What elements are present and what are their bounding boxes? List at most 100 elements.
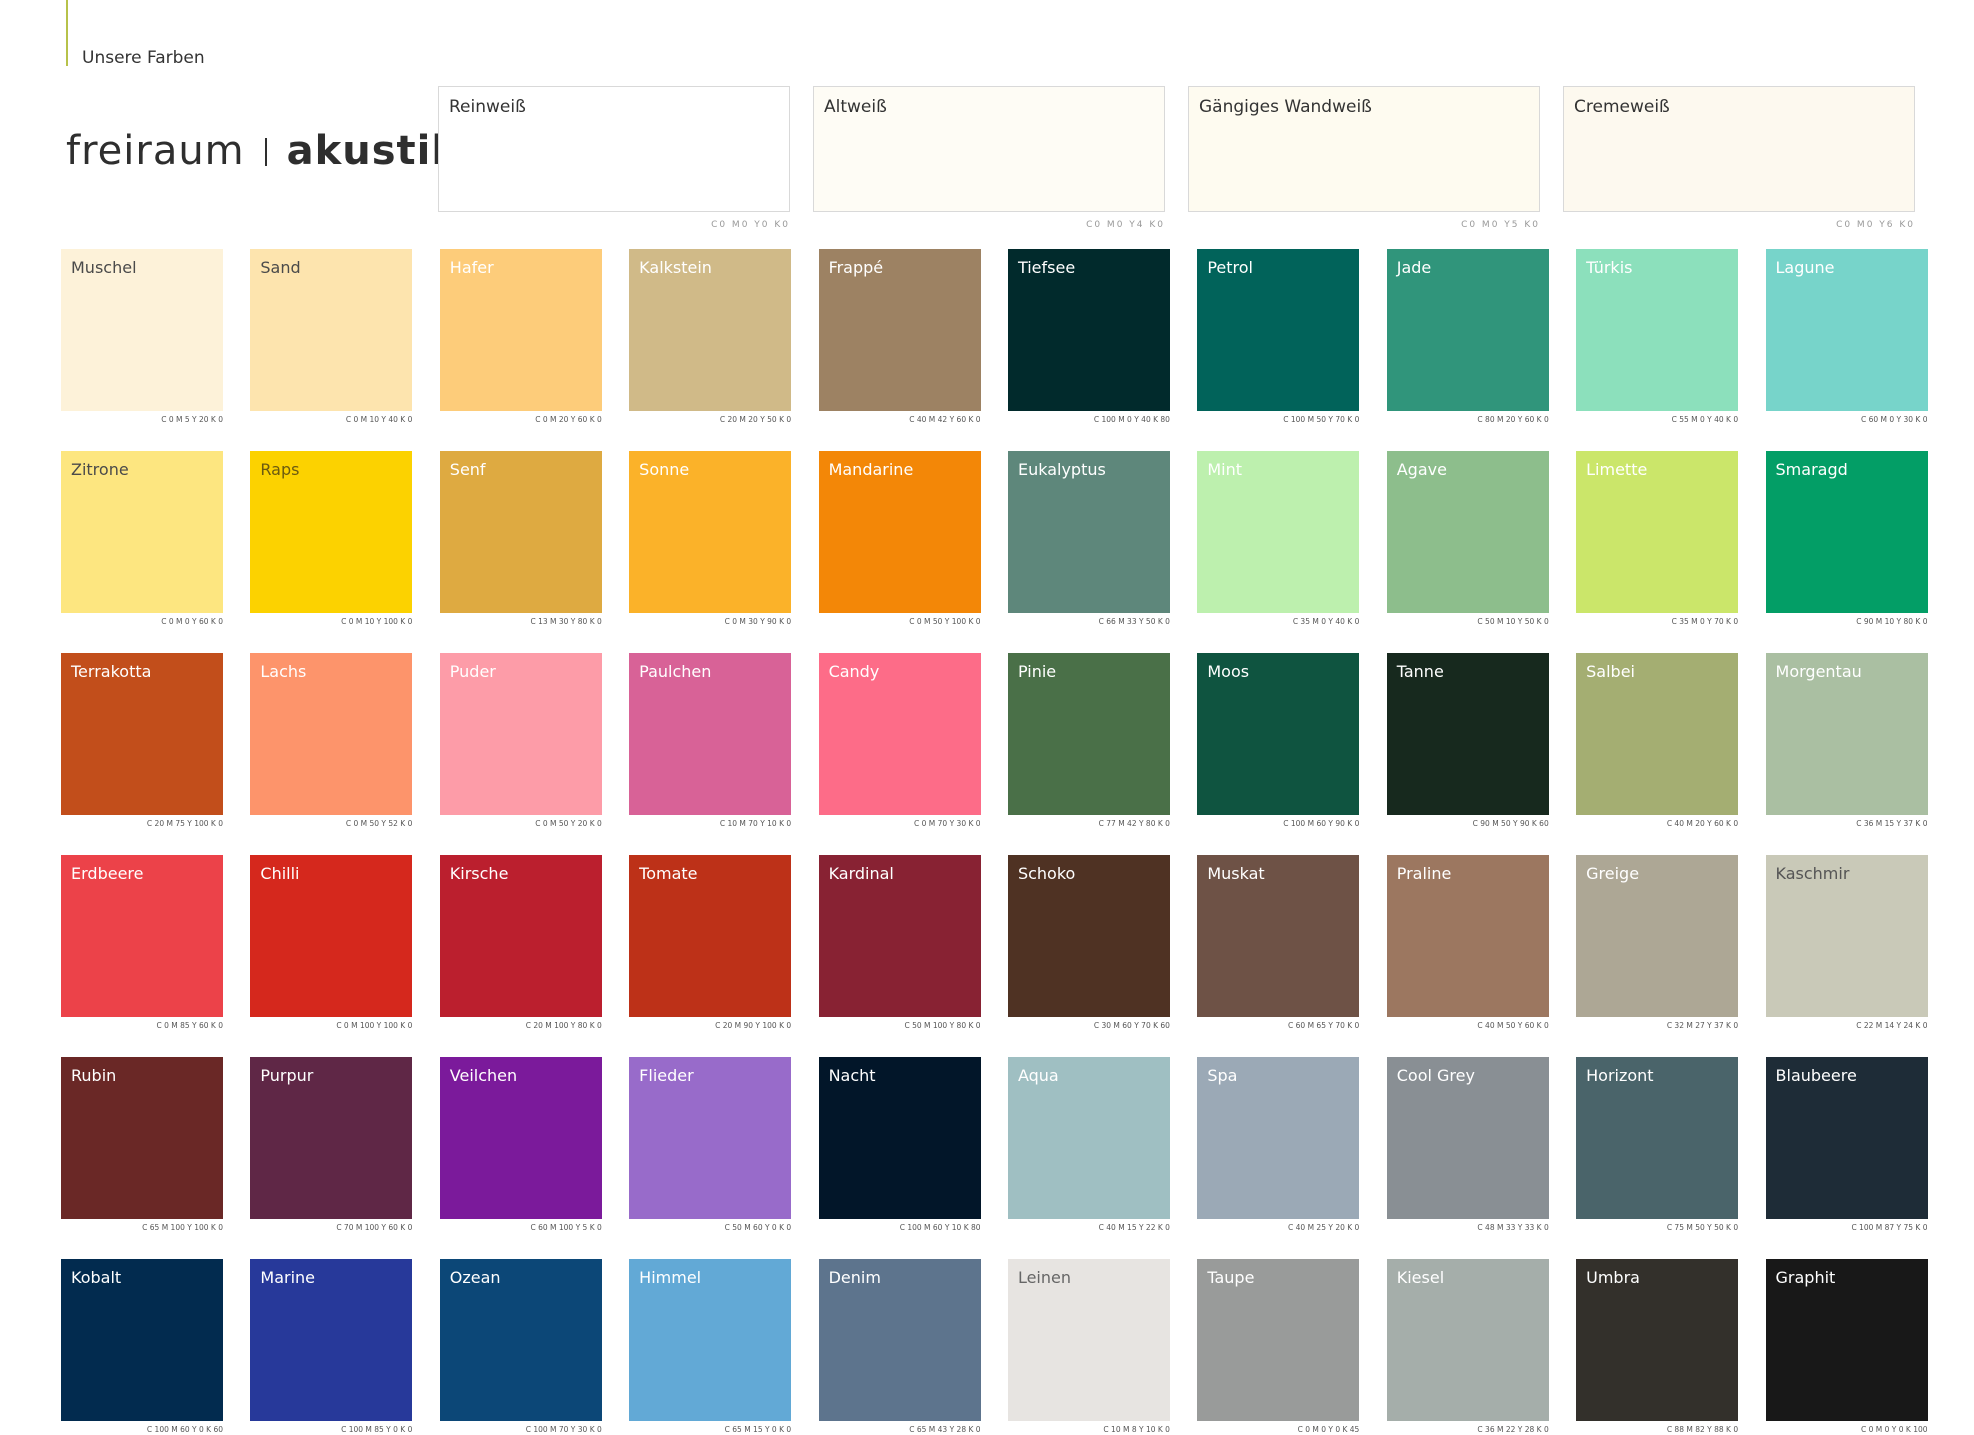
swatch-cmyk: C 66 M 33 Y 50 K 0 — [1098, 617, 1170, 626]
color-swatch[interactable]: Flieder — [629, 1057, 792, 1219]
color-swatch[interactable]: Marine — [250, 1259, 413, 1421]
color-swatch[interactable]: Muschel — [61, 249, 223, 411]
color-swatch[interactable]: Paulchen — [629, 653, 792, 815]
swatch-name: Leinen — [1017, 1268, 1071, 1287]
swatch-cell: Erdbeere C 0 M 85 Y 60 K 0 — [61, 855, 223, 1031]
color-swatch[interactable]: Türkis — [1576, 249, 1739, 411]
color-swatch[interactable]: Mandarine — [818, 451, 981, 613]
color-swatch[interactable]: Puder — [439, 653, 602, 815]
color-swatch[interactable]: Schoko — [1007, 855, 1170, 1017]
swatch-cell: Kirsche C 20 M 100 Y 80 K 0 — [439, 855, 602, 1031]
color-swatch[interactable]: Horizont — [1576, 1057, 1739, 1219]
color-swatch[interactable]: Smaragd — [1765, 451, 1928, 613]
color-swatch[interactable]: Sand — [250, 249, 413, 411]
color-swatch[interactable]: Sonne — [629, 451, 792, 613]
color-swatch[interactable]: Aqua — [1007, 1057, 1170, 1219]
color-swatch[interactable]: Himmel — [629, 1259, 792, 1421]
swatch-cmyk: C 13 M 30 Y 80 K 0 — [530, 617, 602, 626]
color-swatch[interactable]: Raps — [250, 451, 413, 613]
color-swatch[interactable]: Umbra — [1576, 1259, 1739, 1421]
brand-logo: freiraum akustik — [66, 128, 459, 174]
swatch-cell: Senf C 13 M 30 Y 80 K 0 — [439, 451, 602, 627]
color-swatch[interactable]: Zitrone — [61, 451, 223, 613]
swatch-cell: Kiesel C 36 M 22 Y 28 K 0 — [1386, 1259, 1549, 1435]
color-swatch[interactable]: Taupe — [1197, 1259, 1360, 1421]
white-swatch[interactable]: Altweiß — [813, 86, 1165, 212]
white-swatch[interactable]: Reinweiß — [438, 86, 790, 212]
swatch-name: Muskat — [1207, 864, 1265, 883]
color-swatch[interactable]: Kiesel — [1386, 1259, 1549, 1421]
white-swatch[interactable]: Gängiges Wandweiß — [1188, 86, 1540, 212]
swatch-name: Senf — [449, 460, 486, 479]
color-swatch[interactable]: Jade — [1386, 249, 1549, 411]
color-swatch[interactable]: Tiefsee — [1007, 249, 1170, 411]
color-swatch[interactable]: Ozean — [439, 1259, 602, 1421]
color-swatch[interactable]: Mint — [1197, 451, 1360, 613]
swatch-cmyk: C 50 M 100 Y 80 K 0 — [904, 1021, 981, 1030]
swatch-cmyk: C 100 M 70 Y 30 K 0 — [525, 1425, 602, 1434]
color-swatch[interactable]: Hafer — [439, 249, 602, 411]
swatch-cmyk: C 50 M 60 Y 0 K 0 — [724, 1223, 792, 1232]
swatch-name: Gängiges Wandweiß — [1199, 97, 1372, 117]
color-swatch[interactable]: Kardinal — [818, 855, 981, 1017]
color-swatch[interactable]: Kaschmir — [1765, 855, 1928, 1017]
swatch-name: Cremeweiß — [1574, 97, 1670, 117]
color-swatch[interactable]: Salbei — [1576, 653, 1739, 815]
color-swatch[interactable]: Praline — [1386, 855, 1549, 1017]
color-swatch[interactable]: Muskat — [1197, 855, 1360, 1017]
color-swatch[interactable]: Moos — [1197, 653, 1360, 815]
color-swatch[interactable]: Denim — [818, 1259, 981, 1421]
swatch-name: Lagune — [1775, 258, 1835, 277]
color-swatch[interactable]: Pinie — [1007, 653, 1170, 815]
swatch-cmyk: C 40 M 42 Y 60 K 0 — [909, 415, 981, 424]
swatch-cell: Morgentau C 36 M 15 Y 37 K 0 — [1765, 653, 1928, 829]
color-swatch[interactable]: Kalkstein — [629, 249, 792, 411]
color-swatch[interactable]: Candy — [818, 653, 981, 815]
swatch-name: Tanne — [1396, 662, 1444, 681]
color-swatch[interactable]: Erdbeere — [61, 855, 223, 1017]
swatch-name: Spa — [1207, 1066, 1238, 1085]
swatch-cmyk: C 55 M 0 Y 40 K 0 — [1671, 415, 1739, 424]
page-title: Unsere Farben — [82, 48, 205, 68]
color-swatch[interactable]: Frappé — [818, 249, 981, 411]
color-swatch[interactable]: Petrol — [1197, 249, 1360, 411]
color-swatch[interactable]: Terrakotta — [61, 653, 223, 815]
color-swatch[interactable]: Chilli — [250, 855, 413, 1017]
color-swatch[interactable]: Kobalt — [61, 1259, 223, 1421]
swatch-cmyk: C 65 M 43 Y 28 K 0 — [909, 1425, 981, 1434]
swatch-cell: Türkis C 55 M 0 Y 40 K 0 — [1576, 249, 1739, 425]
swatch-cmyk: C 0 M 0 Y 60 K 0 — [161, 617, 223, 626]
color-swatch[interactable]: Kirsche — [439, 855, 602, 1017]
color-swatch[interactable]: Cool Grey — [1386, 1057, 1549, 1219]
color-swatch[interactable]: Tanne — [1386, 653, 1549, 815]
color-swatch[interactable]: Tomate — [629, 855, 792, 1017]
color-swatch[interactable]: Lagune — [1765, 249, 1928, 411]
swatch-cmyk: C 60 M 65 Y 70 K 0 — [1288, 1021, 1360, 1030]
color-swatch[interactable]: Greige — [1576, 855, 1739, 1017]
swatch-name: Nacht — [828, 1066, 876, 1085]
color-swatch[interactable]: Veilchen — [439, 1057, 602, 1219]
swatch-cell: Chilli C 0 M 100 Y 100 K 0 — [250, 855, 413, 1031]
swatch-name: Erdbeere — [71, 864, 144, 883]
color-swatch[interactable]: Graphit — [1765, 1259, 1928, 1421]
swatch-name: Ozean — [449, 1268, 501, 1287]
swatch-cmyk: C 48 M 33 Y 33 K 0 — [1477, 1223, 1549, 1232]
color-swatch[interactable]: Morgentau — [1765, 653, 1928, 815]
color-swatch[interactable]: Agave — [1386, 451, 1549, 613]
swatch-name: Chilli — [260, 864, 300, 883]
swatch-cell: Tiefsee C 100 M 0 Y 40 K 80 — [1007, 249, 1170, 425]
color-swatch[interactable]: Nacht — [818, 1057, 981, 1219]
color-swatch[interactable]: Eukalyptus — [1007, 451, 1170, 613]
swatch-cmyk: C0 M0 Y5 K0 — [1461, 220, 1540, 230]
color-swatch[interactable]: Lachs — [250, 653, 413, 815]
color-swatch[interactable]: Senf — [439, 451, 602, 613]
color-swatch[interactable]: Spa — [1197, 1057, 1360, 1219]
swatch-cell: Cool Grey C 48 M 33 Y 33 K 0 — [1386, 1057, 1549, 1233]
color-swatch[interactable]: Purpur — [250, 1057, 413, 1219]
white-swatch[interactable]: Cremeweiß — [1563, 86, 1915, 212]
color-swatch[interactable]: Rubin — [61, 1057, 223, 1219]
color-swatch[interactable]: Leinen — [1007, 1259, 1170, 1421]
color-swatch[interactable]: Limette — [1576, 451, 1739, 613]
swatch-cell: Lachs C 0 M 50 Y 52 K 0 — [250, 653, 413, 829]
color-swatch[interactable]: Blaubeere — [1765, 1057, 1928, 1219]
